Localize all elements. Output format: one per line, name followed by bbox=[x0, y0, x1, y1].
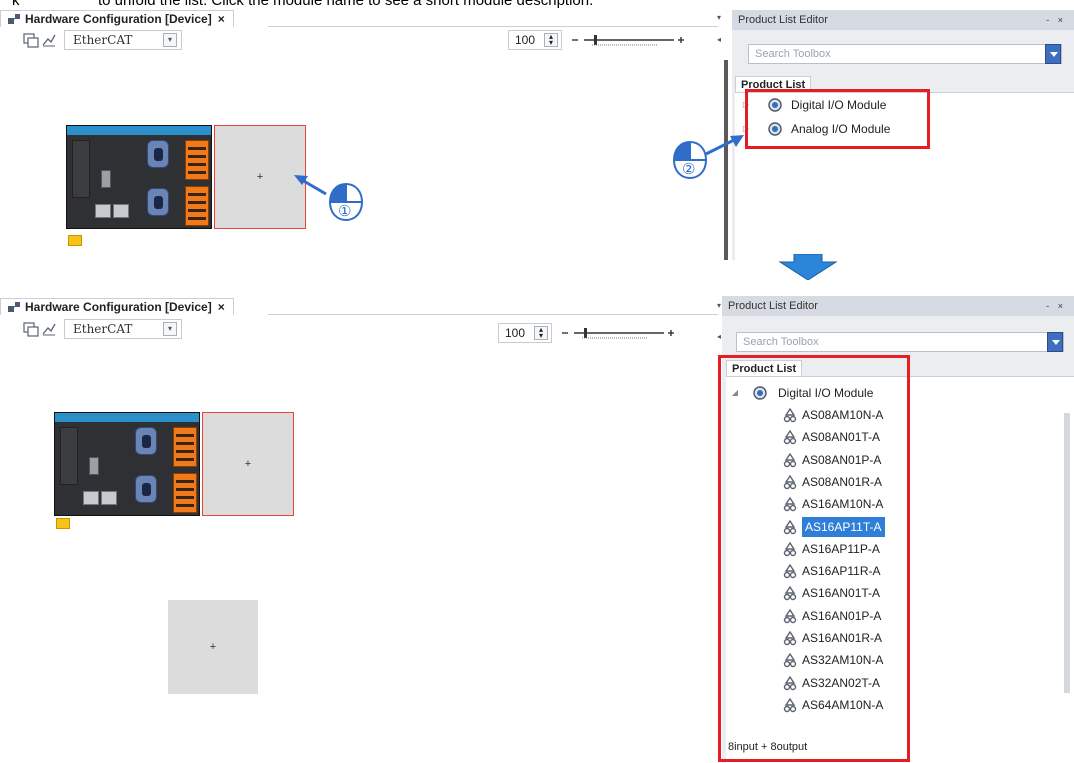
search-placeholder: Search Toolbox bbox=[755, 48, 831, 60]
drag-preview-slot[interactable]: + bbox=[168, 600, 258, 694]
dropdown-arrow-icon[interactable]: ▾ bbox=[163, 33, 177, 47]
bottom-doc-tab-row: Hardware Configuration [Device] × ▾ bbox=[0, 298, 726, 315]
zoom-value: 100 bbox=[515, 33, 536, 47]
dropdown-arrow-icon[interactable]: ▾ bbox=[163, 322, 177, 336]
pointer-arrow bbox=[294, 175, 327, 196]
zoom-input[interactable]: 100 ▴ ▾ bbox=[508, 30, 562, 50]
search-input[interactable]: Search Toolbox bbox=[748, 44, 1062, 64]
ethernet-port bbox=[113, 204, 129, 218]
ethernet-port bbox=[101, 491, 117, 505]
bus-type-value: EtherCAT bbox=[73, 322, 133, 336]
pane-dropdown-icon[interactable]: ▾ bbox=[714, 13, 724, 23]
serial-port bbox=[147, 140, 169, 168]
panel-title: Product List Editor bbox=[738, 14, 828, 26]
zoom-input[interactable]: 100 ▴ ▾ bbox=[498, 323, 552, 343]
search-input[interactable]: Search Toolbox bbox=[736, 332, 1064, 352]
terminal-block bbox=[173, 473, 197, 513]
add-icon: + bbox=[256, 171, 264, 183]
bottom-hardware-config-tab[interactable]: Hardware Configuration [Device] × bbox=[0, 298, 234, 315]
window-icon[interactable] bbox=[22, 31, 40, 49]
serial-port bbox=[135, 475, 157, 503]
empty-module-slot[interactable]: + bbox=[202, 412, 294, 516]
bus-type-select[interactable]: EtherCAT ▾ bbox=[64, 319, 182, 339]
plc-led-panel bbox=[72, 140, 90, 198]
bus-type-value: EtherCAT bbox=[73, 33, 133, 47]
pin-close-icon[interactable]: - × bbox=[1046, 10, 1066, 30]
window-icon[interactable] bbox=[22, 320, 40, 338]
ethernet-port bbox=[95, 204, 111, 218]
add-icon: + bbox=[209, 641, 217, 653]
top-hardware-config-pane: Hardware Configuration [Device] × ▾ Ether… bbox=[0, 10, 728, 260]
status-tag bbox=[68, 235, 82, 246]
panel-title: Product List Editor bbox=[728, 300, 818, 312]
hardware-config-icon bbox=[8, 302, 20, 312]
plc-card-slot bbox=[101, 170, 111, 188]
spin-icon[interactable]: ▴ ▾ bbox=[534, 326, 548, 340]
callout-number-2: ② bbox=[682, 161, 696, 178]
highlight-box bbox=[745, 89, 930, 149]
plc-cpu-module[interactable] bbox=[66, 125, 212, 229]
layout-icon[interactable] bbox=[40, 320, 58, 338]
tab-close-icon[interactable]: × bbox=[218, 300, 225, 314]
bus-type-select[interactable]: EtherCAT ▾ bbox=[64, 30, 182, 50]
canvas-scrollbar[interactable] bbox=[724, 60, 728, 260]
plc-banner bbox=[55, 413, 199, 422]
pin-close-icon[interactable]: - × bbox=[1046, 296, 1066, 316]
serial-port bbox=[147, 188, 169, 216]
panel-header: Product List Editor - × bbox=[722, 296, 1074, 316]
toolbar-overflow-icon[interactable]: ◂ bbox=[714, 35, 724, 45]
terminal-block bbox=[185, 140, 209, 180]
terminal-block bbox=[185, 186, 209, 226]
bottom-toolbar: EtherCAT ▾ 100 ▴ ▾ ◂ bbox=[0, 318, 726, 343]
layout-icon[interactable] bbox=[40, 31, 58, 49]
tab-close-icon[interactable]: × bbox=[218, 12, 225, 26]
terminal-block bbox=[173, 427, 197, 467]
add-icon: + bbox=[244, 458, 252, 470]
plc-led-panel bbox=[60, 427, 78, 485]
highlight-box bbox=[718, 355, 910, 762]
tab-title: Hardware Configuration [Device] bbox=[25, 300, 212, 314]
plc-cpu-module[interactable] bbox=[54, 412, 200, 516]
mouse-click-icon: ① bbox=[328, 182, 364, 222]
hardware-config-icon bbox=[8, 14, 20, 24]
down-arrow-icon bbox=[778, 254, 838, 280]
panel-header: Product List Editor - × bbox=[732, 10, 1074, 30]
plc-banner bbox=[67, 126, 211, 135]
zoom-slider-icon[interactable] bbox=[560, 323, 676, 343]
serial-port bbox=[135, 427, 157, 455]
ethernet-port bbox=[83, 491, 99, 505]
tree-scrollbar[interactable] bbox=[1064, 413, 1070, 693]
zoom-value: 100 bbox=[505, 326, 526, 340]
spin-icon[interactable]: ▴ ▾ bbox=[544, 33, 558, 47]
top-hardware-config-tab[interactable]: Hardware Configuration [Device] × bbox=[0, 10, 234, 27]
callout-number-1: ① bbox=[338, 203, 352, 220]
bottom-hardware-config-pane: Hardware Configuration [Device] × ▾ Ether… bbox=[0, 296, 726, 763]
status-tag bbox=[56, 518, 70, 529]
top-toolbar: EtherCAT ▾ 100 ▴ ▾ ◂ bbox=[0, 29, 726, 51]
top-doc-tab-row: Hardware Configuration [Device] × ▾ bbox=[0, 10, 726, 27]
tab-underline bbox=[268, 314, 718, 315]
search-dropdown-icon[interactable] bbox=[1047, 332, 1063, 352]
tab-title: Hardware Configuration [Device] bbox=[25, 12, 212, 26]
search-dropdown-icon[interactable] bbox=[1045, 44, 1061, 64]
pointer-arrow bbox=[705, 135, 744, 156]
zoom-slider-icon[interactable] bbox=[570, 30, 686, 50]
search-placeholder: Search Toolbox bbox=[743, 336, 819, 348]
plc-card-slot bbox=[89, 457, 99, 475]
tab-underline bbox=[268, 26, 718, 27]
